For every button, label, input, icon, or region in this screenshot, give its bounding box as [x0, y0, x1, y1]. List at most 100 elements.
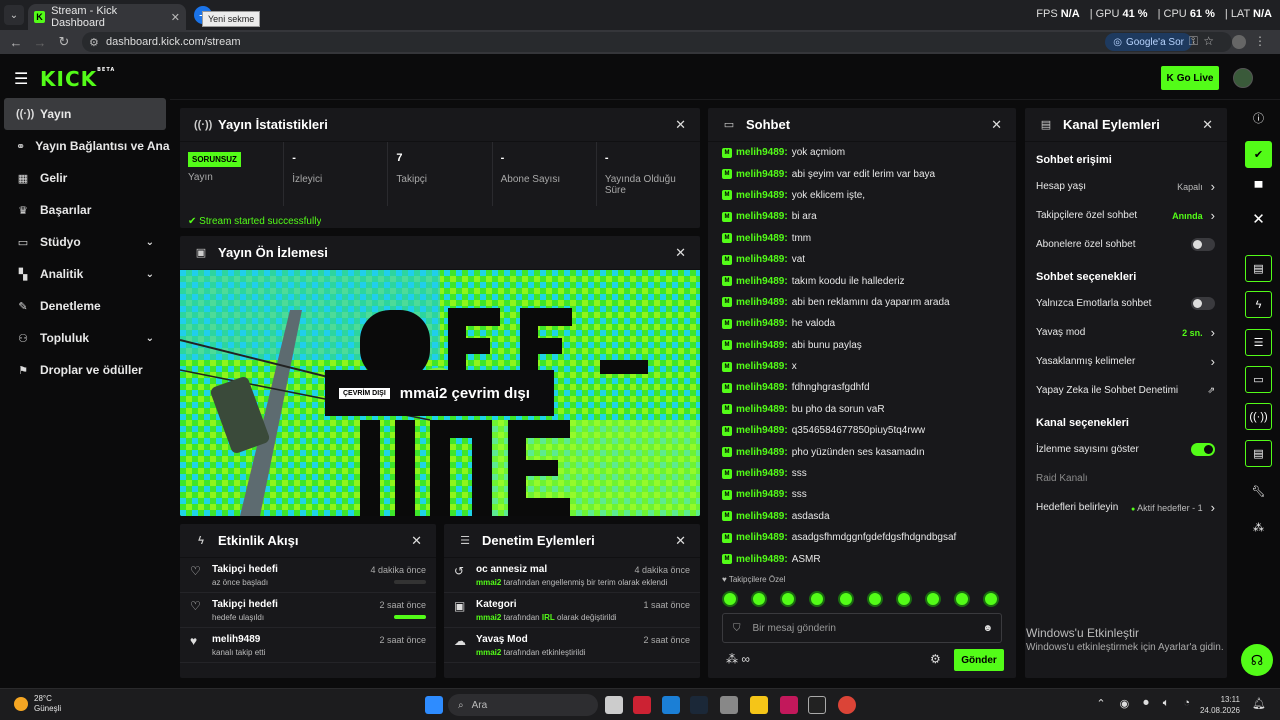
url-field[interactable]: ⚙ dashboard.kick.com/stream: [82, 32, 1232, 52]
profile-icon[interactable]: [1232, 35, 1246, 49]
setting-row[interactable]: Takipçilere özel sohbet Anında ›: [1025, 201, 1227, 230]
sidebar-item[interactable]: ✎ Denetleme: [0, 290, 170, 322]
wrench-icon[interactable]: 🔧︎: [1245, 478, 1272, 505]
emote-icon[interactable]: [751, 591, 767, 607]
chat-username[interactable]: melih9489:: [736, 361, 788, 372]
task-view-icon[interactable]: [605, 696, 623, 714]
setting-row[interactable]: İzlenme sayısını göster: [1025, 435, 1227, 464]
steam-icon[interactable]: [690, 696, 708, 714]
chat-username[interactable]: melih9489:: [736, 169, 788, 180]
network-icon[interactable]: ◉: [1120, 697, 1130, 710]
file-explorer-icon[interactable]: [750, 696, 768, 714]
close-icon[interactable]: ✕: [675, 533, 686, 549]
setting-row[interactable]: Yavaş mod 2 sn. ›: [1025, 318, 1227, 347]
close-tab-icon[interactable]: ✕: [171, 11, 180, 24]
send-button[interactable]: Gönder: [954, 649, 1004, 671]
chat-username[interactable]: melih9489:: [736, 404, 788, 415]
site-info-icon[interactable]: ⚙: [89, 36, 99, 49]
emote-icon[interactable]: [954, 591, 970, 607]
chevron-up-icon[interactable]: ⌃: [1096, 697, 1105, 710]
close-icon[interactable]: ✕: [1245, 205, 1272, 232]
app-icon[interactable]: [808, 696, 826, 714]
back-icon[interactable]: ←: [4, 35, 28, 50]
menu-dots-icon[interactable]: ⋮: [1254, 34, 1266, 48]
edge-icon[interactable]: [662, 696, 680, 714]
chat-username[interactable]: melih9489:: [736, 276, 788, 287]
emote-icon[interactable]: [780, 591, 796, 607]
speaker-icon[interactable]: 🔈︎: [1163, 697, 1170, 710]
emote-icon[interactable]: [867, 591, 883, 607]
chat-username[interactable]: melih9489:: [736, 554, 788, 565]
check-icon[interactable]: ✔: [1245, 141, 1272, 168]
app-icon[interactable]: [780, 696, 798, 714]
sidebar-item[interactable]: ♛ Başarılar: [0, 194, 170, 226]
layout-icon[interactable]: ▀: [1245, 174, 1272, 201]
setting-row[interactable]: Yapay Zeka ile Sohbet Denetimi ⇗: [1025, 376, 1227, 405]
stats-widget-icon[interactable]: ▤: [1245, 255, 1272, 282]
google-ask-button[interactable]: ◎ Google'a Sor: [1105, 33, 1192, 51]
emote-icon[interactable]: [838, 591, 854, 607]
go-live-button[interactable]: K Go Live: [1161, 66, 1219, 90]
broadcast-widget-icon[interactable]: ((·)): [1245, 403, 1272, 430]
notification-bell-icon[interactable]: 🔔︎: [1252, 697, 1266, 710]
password-key-icon[interactable]: ⚿: [1189, 34, 1198, 49]
channel-widget-icon[interactable]: ▤: [1245, 440, 1272, 467]
hamburger-menu-icon[interactable]: ☰: [14, 69, 28, 89]
list-widget-icon[interactable]: ☰: [1245, 329, 1272, 356]
chat-input[interactable]: ⛉ Bir mesaj gönderin ☻: [722, 613, 1002, 643]
chat-username[interactable]: melih9489:: [736, 425, 788, 436]
browser-tab[interactable]: K Stream - Kick Dashboard ✕: [28, 4, 186, 30]
forward-icon[interactable]: →: [28, 35, 52, 50]
settings-gear-icon[interactable]: ⚙: [930, 652, 941, 666]
chat-username[interactable]: melih9489:: [736, 511, 788, 522]
sidebar-item[interactable]: ⚇ Topluluk ⌄: [0, 322, 170, 354]
sidebar-item[interactable]: ((·)) Yayın: [4, 98, 166, 130]
user-avatar[interactable]: [1233, 68, 1253, 88]
emote-icon[interactable]: [809, 591, 825, 607]
support-headset-icon[interactable]: ☊: [1241, 644, 1273, 676]
chat-username[interactable]: melih9489:: [736, 318, 788, 329]
close-icon[interactable]: ✕: [411, 533, 422, 549]
chat-username[interactable]: melih9489:: [736, 297, 788, 308]
windows-start-icon[interactable]: [425, 696, 443, 714]
setting-row[interactable]: Hesap yaşı Kapalı ›: [1025, 172, 1227, 201]
chat-widget-icon[interactable]: ▭: [1245, 366, 1272, 393]
info-icon[interactable]: ⓘ: [1245, 104, 1272, 131]
setting-row[interactable]: Yasaklanmış kelimeler ›: [1025, 347, 1227, 376]
app-icon[interactable]: [633, 696, 651, 714]
points-icon[interactable]: ⁂ ∞: [726, 652, 750, 666]
kick-logo[interactable]: KICKBETA: [40, 67, 115, 91]
sidebar-item[interactable]: ⚭ Yayın Bağlantısı ve Anahtarı: [0, 130, 170, 162]
chat-username[interactable]: melih9489:: [736, 211, 788, 222]
sidebar-item[interactable]: ▭ Stüdyo ⌄: [0, 226, 170, 258]
chat-username[interactable]: melih9489:: [736, 532, 788, 543]
sidebar-item[interactable]: ▚ Analitik ⌄: [0, 258, 170, 290]
chat-username[interactable]: melih9489:: [736, 254, 788, 265]
bookmark-star-icon[interactable]: ☆: [1203, 34, 1214, 48]
chat-username[interactable]: melih9489:: [736, 489, 788, 500]
close-icon[interactable]: ✕: [991, 117, 1002, 133]
reload-icon[interactable]: ↻: [52, 34, 76, 50]
nodes-icon[interactable]: ⁂: [1245, 514, 1272, 541]
toggle-switch[interactable]: [1191, 443, 1215, 456]
toggle-switch[interactable]: [1191, 297, 1215, 310]
emoji-icon[interactable]: ☻: [982, 623, 993, 634]
emote-icon[interactable]: [722, 591, 738, 607]
chrome-icon[interactable]: [838, 696, 856, 714]
weather-widget[interactable]: 28°C Güneşli: [14, 694, 61, 714]
sidebar-item[interactable]: ▦ Gelir: [0, 162, 170, 194]
chat-username[interactable]: melih9489:: [736, 447, 788, 458]
emote-icon[interactable]: [925, 591, 941, 607]
tab-list-icon[interactable]: ⌄: [4, 5, 24, 25]
chat-username[interactable]: melih9489:: [736, 382, 788, 393]
close-icon[interactable]: ✕: [675, 245, 686, 261]
chat-username[interactable]: melih9489:: [736, 340, 788, 351]
lightning-widget-icon[interactable]: ϟ: [1245, 291, 1272, 318]
store-icon[interactable]: [720, 696, 738, 714]
close-icon[interactable]: ✕: [1202, 117, 1213, 133]
taskbar-search[interactable]: ⌕ Ara: [448, 694, 598, 716]
sidebar-item[interactable]: ⚑ Droplar ve ödüller: [0, 354, 170, 386]
setting-row[interactable]: Yalnızca Emotlarla sohbet: [1025, 289, 1227, 318]
chat-username[interactable]: melih9489:: [736, 468, 788, 479]
emote-icon[interactable]: [896, 591, 912, 607]
